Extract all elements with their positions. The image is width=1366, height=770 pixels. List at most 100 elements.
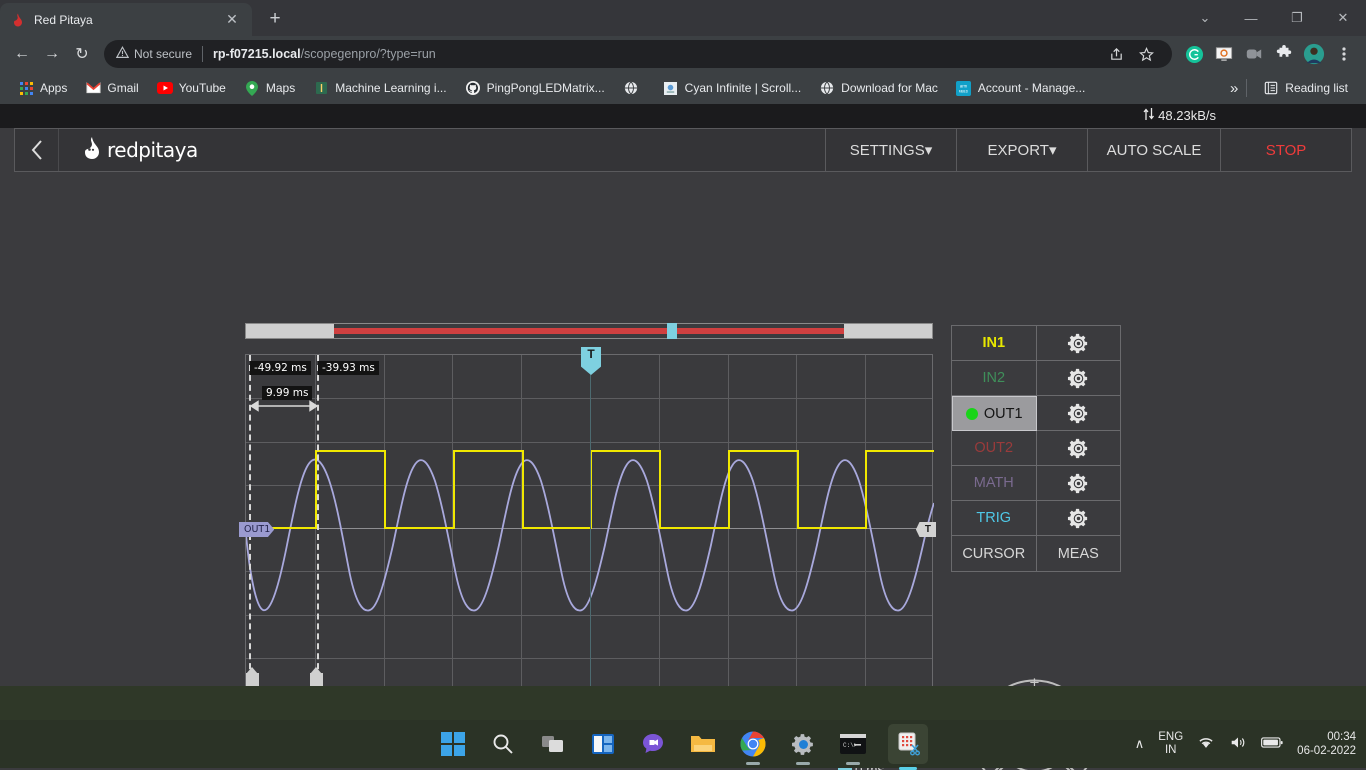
address-bar[interactable]: Not secure rp-f07215.local/scopegenpro/?…	[104, 40, 1172, 68]
reading-list-label: Reading list	[1285, 81, 1348, 95]
channel-row-math: MATH	[952, 466, 1120, 501]
terminal-icon[interactable]: C:\>	[838, 729, 868, 759]
channel-settings-in2[interactable]	[1037, 361, 1121, 396]
minimize-button[interactable]: —	[1228, 0, 1274, 36]
bookmark-apps[interactable]: Apps	[10, 77, 75, 99]
reading-list-button[interactable]: Reading list	[1255, 77, 1356, 99]
browser-tab[interactable]: Red Pitaya ✕	[0, 3, 252, 36]
chevron-left-icon[interactable]	[15, 129, 59, 171]
bookmark-star-icon[interactable]	[1132, 40, 1160, 68]
bookmark-account-manage[interactable]: armMBED Account - Manage...	[948, 77, 1093, 99]
bookmarks-bar-right: » Reading list	[1230, 77, 1356, 99]
app-header: redpitaya SETTINGS▾ EXPORT▾ AUTO SCALE S…	[14, 128, 1352, 172]
bookmarks-overflow-button[interactable]: »	[1230, 80, 1238, 97]
scrollbar-range	[334, 328, 844, 334]
channel-settings-out1[interactable]	[1037, 396, 1121, 431]
language-indicator[interactable]: ENG IN	[1158, 731, 1183, 757]
volume-icon[interactable]	[1229, 735, 1247, 753]
scrollbar-left-pad[interactable]	[246, 324, 334, 338]
channel-settings-in1[interactable]	[1037, 326, 1121, 361]
settings-gear-icon[interactable]	[788, 729, 818, 759]
bookmark-download-for-mac[interactable]: Download for Mac	[811, 77, 946, 99]
oscilloscope-graph[interactable]: -49.92 ms -39.93 ms 9.99 ms T OUT1 T	[245, 354, 933, 700]
scrollbar-trigger-handle[interactable]	[667, 323, 677, 339]
bookmark-machine-learning[interactable]: Machine Learning i...	[305, 77, 454, 99]
trigger-level-tag[interactable]: T	[916, 522, 936, 537]
time-scroll-bar[interactable]	[245, 323, 933, 339]
channel-button-in2[interactable]: IN2	[952, 361, 1037, 396]
omnibox-actions	[1102, 40, 1160, 68]
scrollbar-right-pad[interactable]	[844, 324, 932, 338]
chrome-icon[interactable]	[738, 729, 768, 759]
security-indicator[interactable]: Not secure	[116, 46, 192, 62]
bookmark-cyan-infinite[interactable]: Cyan Infinite | Scroll...	[655, 77, 810, 99]
back-icon[interactable]: ←	[8, 40, 36, 68]
scrollbar-track[interactable]	[334, 324, 844, 338]
cursor-b-label[interactable]: -39.93 ms	[318, 361, 379, 375]
channel-settings-out2[interactable]	[1037, 431, 1121, 466]
bookmark-pingpong[interactable]: PingPongLEDMatrix...	[457, 77, 613, 99]
cursor-a-label[interactable]: -49.92 ms	[250, 361, 311, 375]
tray-chevron-up-icon[interactable]: ∧	[1135, 736, 1145, 752]
network-speed-indicator: 48.23kB/s	[1143, 107, 1216, 124]
auto-scale-button[interactable]: AUTO SCALE	[1087, 129, 1220, 171]
channel-button-out2[interactable]: OUT2	[952, 431, 1037, 466]
channel-button-math[interactable]: MATH	[952, 466, 1037, 501]
close-window-button[interactable]: ✕	[1320, 0, 1366, 36]
reload-icon[interactable]: ↻	[68, 40, 96, 68]
three-dot-menu-icon[interactable]	[1330, 40, 1358, 68]
puzzle-extension-icon[interactable]	[1270, 40, 1298, 68]
clock-date: 06-02-2022	[1297, 744, 1356, 758]
search-icon[interactable]	[488, 729, 518, 759]
grammarly-icon[interactable]	[1180, 40, 1208, 68]
channel-settings-math[interactable]	[1037, 466, 1121, 501]
redpitaya-flame-favicon	[10, 12, 26, 28]
export-button[interactable]: EXPORT▾	[956, 129, 1087, 171]
gear-icon	[1067, 367, 1090, 390]
battery-icon[interactable]	[1261, 736, 1283, 752]
file-explorer-icon[interactable]	[688, 729, 718, 759]
monitor-extension-icon[interactable]	[1210, 40, 1238, 68]
settings-button[interactable]: SETTINGS▾	[825, 129, 956, 171]
widgets-icon[interactable]	[588, 729, 618, 759]
bookmark-maps[interactable]: Maps	[236, 77, 303, 99]
new-tab-button[interactable]: +	[262, 8, 288, 30]
channel-settings-trig[interactable]	[1037, 501, 1121, 536]
profile-avatar[interactable]	[1300, 40, 1328, 68]
bookmark-gmail[interactable]: Gmail	[77, 77, 146, 99]
bookmark-label: Apps	[40, 81, 67, 95]
maximize-button[interactable]: ❐	[1274, 0, 1320, 36]
screencast-icon[interactable]	[1240, 40, 1268, 68]
cursor-delta-arrow	[249, 399, 319, 413]
clock[interactable]: 00:34 06-02-2022	[1297, 730, 1356, 758]
bookmarks-divider	[1246, 79, 1247, 97]
task-view-icon[interactable]	[538, 729, 568, 759]
bookmark-globe[interactable]	[615, 77, 653, 99]
cursor-button[interactable]: CURSOR	[952, 536, 1037, 571]
url-host: rp-f07215.local	[213, 47, 301, 61]
start-windows-icon[interactable]	[438, 729, 468, 759]
youtube-icon	[157, 80, 173, 96]
arm-icon: armMBED	[956, 80, 972, 96]
channel-button-out1[interactable]: OUT1	[952, 396, 1037, 431]
channel-button-trig[interactable]: TRIG	[952, 501, 1037, 536]
tab-close-icon[interactable]: ✕	[222, 11, 242, 28]
omnibox-divider	[202, 46, 203, 62]
out1-offset-tag[interactable]: OUT1	[239, 522, 274, 537]
bookmark-youtube[interactable]: YouTube	[149, 77, 234, 99]
forward-icon[interactable]: →	[38, 40, 66, 68]
browser-window: Red Pitaya ✕ + ⌄ — ❐ ✕ ← → ↻ Not secure …	[0, 0, 1366, 128]
tab-search-icon[interactable]: ⌄	[1182, 0, 1228, 36]
window-controls: ⌄ — ❐ ✕	[1182, 0, 1366, 36]
bookmark-label: Download for Mac	[841, 81, 938, 95]
bookmark-label: PingPongLEDMatrix...	[487, 81, 605, 95]
url-path: /scopegenpro/?type=run	[301, 47, 436, 61]
wifi-icon[interactable]	[1197, 735, 1215, 753]
stop-button[interactable]: STOP	[1220, 129, 1351, 171]
channel-button-in1[interactable]: IN1	[952, 326, 1037, 361]
meas-button[interactable]: MEAS	[1037, 536, 1121, 571]
share-icon[interactable]	[1102, 40, 1130, 68]
snipping-tool-icon[interactable]	[888, 724, 928, 764]
teams-chat-icon[interactable]	[638, 729, 668, 759]
bookmark-label: Machine Learning i...	[335, 81, 446, 95]
